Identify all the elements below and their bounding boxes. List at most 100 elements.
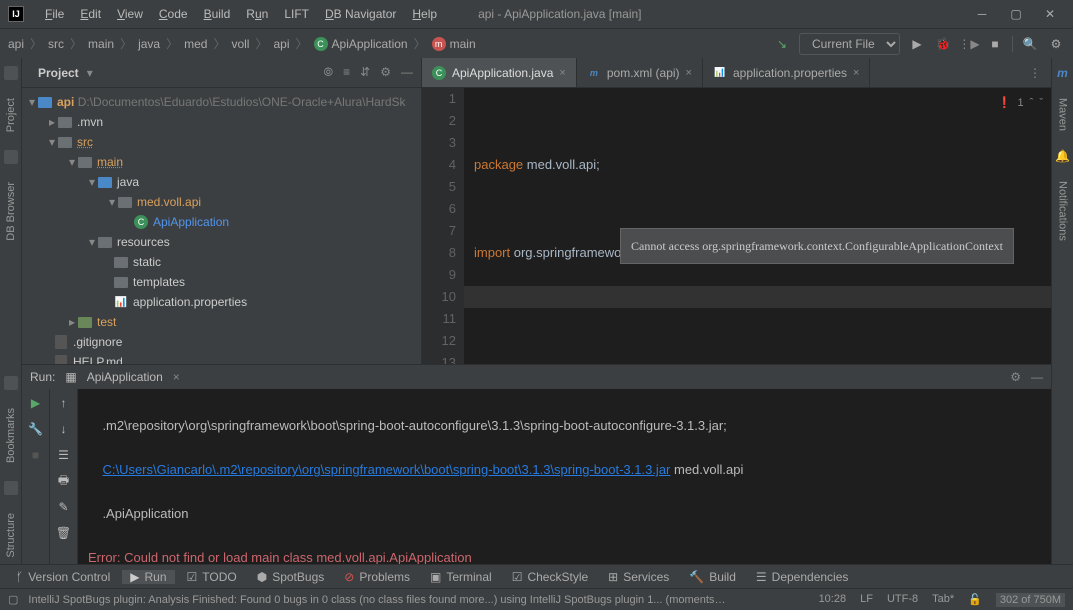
bottom-terminal[interactable]: ▣Terminal [422, 570, 500, 584]
menu-edit[interactable]: Edit [73, 3, 108, 25]
memory-indicator[interactable]: 302 of 750M [996, 593, 1065, 607]
crumb-src[interactable]: src [48, 37, 64, 51]
code-content[interactable]: ❗1 ˆ ˇ package med.voll.api; import org.… [464, 88, 1051, 364]
crumb-med[interactable]: med [184, 37, 207, 51]
select-opened-icon[interactable]: ⦾ [324, 65, 334, 80]
menu-view[interactable]: View [110, 3, 150, 25]
crumb-api2[interactable]: api [274, 37, 290, 51]
trash-icon[interactable]: 🗑 [56, 525, 72, 541]
tree-settings-icon[interactable]: ⚙ [380, 65, 391, 80]
tree-main[interactable]: ▾main [22, 152, 421, 172]
menu-help[interactable]: Help [405, 3, 444, 25]
up-icon[interactable]: ↑ [56, 395, 72, 411]
crumb-method[interactable]: main [450, 37, 476, 51]
console-link[interactable]: C:\Users\Giancarlo\.m2\repository\org\sp… [102, 462, 670, 477]
run-settings2-icon[interactable]: 🔧 [28, 421, 44, 437]
settings-icon[interactable]: ⚙ [1047, 35, 1065, 53]
run-hide-icon[interactable]: — [1031, 370, 1043, 384]
window-close-icon[interactable]: ✕ [1035, 4, 1065, 24]
tab-appprops[interactable]: 📊application.properties× [703, 58, 871, 87]
run-icon[interactable]: ▶ [908, 35, 926, 53]
crumb-api[interactable]: api [8, 37, 24, 51]
tab-pom[interactable]: mpom.xml (api)× [577, 58, 703, 87]
hide-panel-icon[interactable]: — [401, 65, 413, 80]
notifications-gutter-icon[interactable]: 🔔 [1055, 149, 1070, 163]
down-icon[interactable]: ↓ [56, 421, 72, 437]
menu-file[interactable]: File [38, 3, 71, 25]
bottom-checkstyle[interactable]: ☑CheckStyle [504, 570, 596, 584]
tree-resources[interactable]: ▾resources [22, 232, 421, 252]
wrap-icon[interactable]: ☰ [56, 447, 72, 463]
bottom-todo[interactable]: ☑TODO [179, 570, 245, 584]
structure-gutter-icon[interactable] [4, 481, 18, 495]
tree-java[interactable]: ▾java [22, 172, 421, 192]
quick-access-icon[interactable]: ▢ [8, 593, 18, 606]
run-console[interactable]: .m2\repository\org\springframework\boot\… [78, 389, 1051, 564]
tree-test[interactable]: ▸test [22, 312, 421, 332]
menu-build[interactable]: Build [197, 3, 238, 25]
run-settings-icon[interactable]: ⚙ [1010, 370, 1021, 384]
gutter-maven[interactable]: Maven [1057, 92, 1069, 137]
tree-root[interactable]: ▾api D:\Documentos\Eduardo\Estudios\ONE-… [22, 92, 421, 112]
tree-apiapp[interactable]: CApiApplication [22, 212, 421, 232]
breadcrumb[interactable]: api〉 src〉 main〉 java〉 med〉 voll〉 api〉 C … [8, 35, 476, 52]
bottom-run[interactable]: ▶Run [122, 570, 174, 584]
run-more-icon[interactable]: ⋮▶ [960, 35, 978, 53]
gutter-dbbrowser[interactable]: DB Browser [5, 176, 17, 247]
code-editor[interactable]: 12345678910111213 ❗1 ˆ ˇ package med.vol… [422, 88, 1051, 364]
crumb-voll[interactable]: voll [231, 37, 249, 51]
menu-dbnav[interactable]: DB Navigator [318, 3, 403, 25]
tree-src[interactable]: ▾src [22, 132, 421, 152]
bottom-problems[interactable]: ⊘Problems [336, 570, 418, 584]
bottom-build[interactable]: 🔨Build [681, 570, 744, 584]
gutter-bookmarks[interactable]: Bookmarks [5, 402, 17, 469]
debug-icon[interactable]: 🐞 [934, 35, 952, 53]
project-gutter-icon[interactable] [4, 66, 18, 80]
indent-setting[interactable]: Tab* [932, 593, 954, 607]
window-maximize-icon[interactable]: ▢ [1001, 4, 1031, 24]
db-gutter-icon[interactable] [4, 150, 18, 164]
crumb-class[interactable]: ApiApplication [332, 37, 408, 51]
menu-lift[interactable]: LIFT [277, 3, 316, 25]
bookmarks-gutter-icon[interactable] [4, 376, 18, 390]
tree-static[interactable]: static [22, 252, 421, 272]
run-config-name[interactable]: ApiApplication [87, 370, 163, 384]
bottom-services[interactable]: ⊞Services [600, 570, 677, 584]
lock-icon[interactable]: 🔓 [968, 593, 982, 607]
tree-gitignore[interactable]: .gitignore [22, 332, 421, 352]
tree-pkg[interactable]: ▾med.voll.api [22, 192, 421, 212]
gutter-notifications[interactable]: Notifications [1057, 175, 1069, 247]
line-separator[interactable]: LF [860, 593, 873, 607]
search-icon[interactable]: 🔍 [1021, 35, 1039, 53]
print-icon[interactable]: 🖶 [56, 473, 72, 489]
bottom-vcs[interactable]: ᚶVersion Control [8, 570, 118, 584]
collapse-all-icon[interactable]: ⇵ [360, 65, 370, 80]
tree-mvn[interactable]: ▸.mvn [22, 112, 421, 132]
expand-all-icon[interactable]: ≡ [343, 65, 350, 80]
menu-run[interactable]: Run [239, 3, 275, 25]
hammer-icon[interactable]: ↘ [773, 35, 791, 53]
file-encoding[interactable]: UTF-8 [887, 593, 918, 607]
project-tree[interactable]: ▾api D:\Documentos\Eduardo\Estudios\ONE-… [22, 88, 421, 364]
caret-position[interactable]: 10:28 [819, 593, 847, 607]
stop2-icon[interactable]: ■ [28, 447, 44, 463]
gutter-project[interactable]: Project [5, 92, 17, 138]
run-config-selector[interactable]: Current File [799, 33, 900, 55]
bottom-spotbugs[interactable]: ⬢SpotBugs [249, 570, 333, 584]
crumb-java[interactable]: java [138, 37, 160, 51]
inspection-badge[interactable]: ❗1 ˆ ˇ [998, 92, 1043, 114]
close-icon[interactable]: × [686, 67, 692, 79]
tab-apiapp[interactable]: CApiApplication.java× [422, 58, 577, 87]
clear-icon[interactable]: ✎ [56, 499, 72, 515]
editor-tabs-more-icon[interactable]: ⋮ [1019, 58, 1051, 87]
stop-icon[interactable]: ■ [986, 35, 1004, 53]
bottom-deps[interactable]: ☰Dependencies [748, 570, 857, 584]
crumb-main[interactable]: main [88, 37, 114, 51]
gutter-structure[interactable]: Structure [5, 507, 17, 564]
close-icon[interactable]: × [559, 67, 565, 79]
tree-helpmd[interactable]: HELP.md [22, 352, 421, 364]
tree-templates[interactable]: templates [22, 272, 421, 292]
rerun-icon[interactable]: ▶ [28, 395, 44, 411]
tree-appprops[interactable]: 📊application.properties [22, 292, 421, 312]
window-minimize-icon[interactable]: ─ [967, 4, 997, 24]
